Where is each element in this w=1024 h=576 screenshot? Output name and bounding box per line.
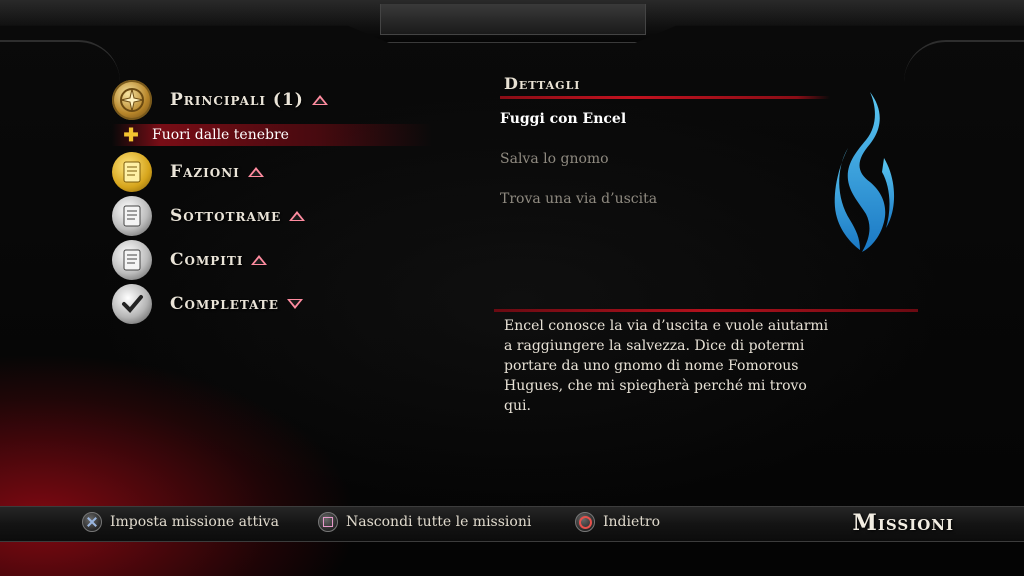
blue-flame-emblem-icon [834, 92, 895, 252]
silver-scroll-icon [112, 196, 152, 236]
expand-up-arrow-icon [251, 255, 268, 265]
expand-up-arrow-icon [289, 211, 306, 221]
objective-inactive: Trova una via d’uscita [500, 191, 658, 207]
category-label: Fazioni [170, 162, 240, 182]
silver-scroll-icon [112, 240, 152, 280]
description-divider [494, 309, 918, 312]
objective-inactive: Salva lo gnomo [500, 151, 609, 167]
hint-hide-all[interactable]: Nascondi tutte le missioni [318, 512, 531, 532]
expand-up-arrow-icon [247, 167, 264, 177]
cross-button-icon [82, 512, 102, 532]
screen-title: Missioni [852, 510, 954, 536]
category-label: Completate [170, 294, 279, 314]
hint-back[interactable]: Indietro [575, 512, 660, 532]
frame-right-arc [904, 40, 1024, 82]
expand-down-arrow-icon [286, 299, 303, 309]
category-completate[interactable]: Completate [112, 284, 303, 324]
top-frame-ornament [380, 4, 646, 35]
category-sottotrame[interactable]: Sottotrame [112, 196, 306, 236]
category-principali[interactable]: Principali (1) [112, 80, 328, 120]
quest-item-selected[interactable]: ✚ Fuori dalle tenebre [112, 124, 432, 146]
quest-description: Encel conosce la via d’uscita e vuole ai… [504, 318, 829, 414]
category-label: Principali (1) [170, 90, 304, 110]
quest-label: Fuori dalle tenebre [152, 127, 289, 143]
details-heading: Dettagli [504, 74, 581, 93]
category-label: Sottotrame [170, 206, 282, 226]
hint-set-active[interactable]: Imposta missione attiva [82, 512, 279, 532]
category-fazioni[interactable]: Fazioni [112, 152, 264, 192]
category-label: Compiti [170, 250, 244, 270]
quest-cross-icon: ✚ [123, 124, 139, 146]
circle-button-icon [575, 512, 595, 532]
hint-label: Indietro [603, 514, 661, 530]
compass-medallion-icon [112, 80, 152, 120]
hint-label: Imposta missione attiva [110, 514, 279, 530]
objective-active: Fuggi con Encel [500, 111, 627, 127]
details-divider [500, 96, 830, 99]
expand-up-arrow-icon [311, 95, 328, 105]
gold-scroll-icon [112, 152, 152, 192]
hint-label: Nascondi tutte le missioni [346, 514, 532, 530]
square-button-icon [318, 512, 338, 532]
checkmark-icon [112, 284, 152, 324]
category-compiti[interactable]: Compiti [112, 240, 268, 280]
